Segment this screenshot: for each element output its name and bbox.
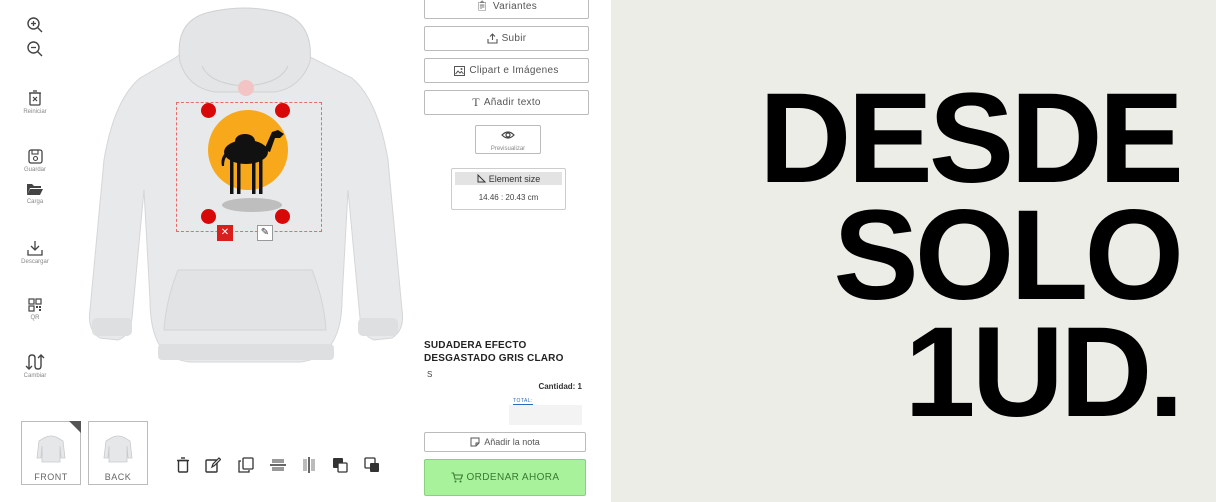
trash-icon bbox=[177, 457, 189, 473]
back-label: BACK bbox=[104, 472, 132, 482]
pencil-square-icon bbox=[205, 457, 222, 473]
order-now-button[interactable]: ORDENAR AHORA bbox=[424, 459, 586, 496]
print-area[interactable] bbox=[176, 102, 322, 232]
qr-button[interactable]: QR bbox=[14, 298, 56, 321]
note-icon bbox=[470, 437, 480, 447]
download-icon bbox=[27, 241, 43, 256]
resize-handle-top-left[interactable] bbox=[201, 103, 216, 118]
trash-icon: ✕ bbox=[220, 227, 230, 238]
delete-element-button[interactable]: ✕ bbox=[217, 225, 233, 241]
zoom-in-button[interactable] bbox=[14, 16, 56, 34]
pencil-icon: ✎ bbox=[260, 227, 270, 238]
floppy-icon bbox=[27, 149, 43, 164]
hoodie-front-thumb-icon bbox=[36, 435, 66, 463]
element-size-header: Element size bbox=[455, 172, 562, 185]
edit-element-button[interactable]: ✎ bbox=[257, 225, 273, 241]
promo-line-2: SOLO bbox=[833, 184, 1184, 327]
save-button[interactable]: Guardar bbox=[14, 149, 56, 173]
qr-code-icon bbox=[28, 298, 42, 312]
variants-label: Variantes bbox=[492, 1, 538, 12]
promo-banner: DESDE SOLO 1UD. bbox=[611, 0, 1216, 502]
eye-icon bbox=[501, 131, 515, 139]
resize-handle-bottom-left[interactable] bbox=[201, 209, 216, 224]
resize-handle-top-right[interactable] bbox=[275, 103, 290, 118]
edit-button[interactable] bbox=[205, 457, 225, 479]
add-text-button[interactable]: T Añadir texto bbox=[424, 90, 589, 115]
reset-button[interactable]: Reiniciar bbox=[14, 90, 56, 115]
quantity-text: Cantidad: 1 bbox=[538, 382, 582, 391]
element-size-label: Element size bbox=[488, 173, 541, 184]
duplicate-button[interactable] bbox=[238, 457, 258, 479]
load-button[interactable]: Carga bbox=[14, 182, 56, 205]
change-label: Cambiar bbox=[23, 373, 47, 379]
send-backward-button[interactable] bbox=[364, 457, 384, 479]
preview-button[interactable]: Previsualizar bbox=[475, 125, 541, 154]
delete-button[interactable] bbox=[176, 457, 196, 479]
resize-handle-bottom-right[interactable] bbox=[275, 209, 290, 224]
change-button[interactable]: Cambiar bbox=[14, 354, 56, 379]
text-icon: T bbox=[472, 95, 480, 109]
variants-button[interactable]: 📋︎ Variantes bbox=[424, 0, 589, 19]
send-backward-icon bbox=[364, 457, 379, 472]
product-size: S bbox=[427, 370, 433, 379]
align-horizontal-button[interactable] bbox=[270, 457, 290, 479]
clipart-button[interactable]: Clipart e Imágenes bbox=[424, 58, 589, 83]
copy-icon bbox=[238, 457, 254, 473]
order-now-label: ORDENAR AHORA bbox=[466, 472, 560, 483]
promo-text: DESDE SOLO 1UD. bbox=[759, 67, 1184, 444]
preview-label: Previsualizar bbox=[490, 146, 526, 152]
view-back-thumbnail[interactable]: BACK bbox=[88, 421, 148, 485]
download-button[interactable]: Descargar bbox=[14, 240, 56, 265]
trash-x-icon bbox=[29, 90, 41, 106]
bring-forward-icon bbox=[333, 458, 348, 473]
add-note-button[interactable]: Añadir la nota bbox=[424, 432, 586, 452]
add-text-label: Añadir texto bbox=[483, 97, 541, 108]
element-size-value: 14.46 : 20.43 cm bbox=[478, 193, 539, 202]
product-title: SUDADERA EFECTO DESGASTADO GRIS CLARO bbox=[424, 340, 564, 364]
zoom-in-icon bbox=[27, 17, 43, 33]
add-note-label: Añadir la nota bbox=[484, 437, 540, 447]
ruler-triangle-icon bbox=[477, 174, 486, 183]
upload-label: Subir bbox=[501, 33, 527, 44]
zoom-out-icon bbox=[27, 41, 43, 57]
total-label: TOTAL: bbox=[513, 398, 534, 405]
save-label: Guardar bbox=[23, 167, 46, 173]
total-value-box bbox=[509, 405, 582, 425]
center-horizontal-icon bbox=[270, 459, 286, 471]
align-vertical-button[interactable] bbox=[301, 457, 321, 479]
view-front-thumbnail[interactable]: FRONT bbox=[21, 421, 81, 485]
design-canvas[interactable]: ✕ ✎ bbox=[80, 0, 410, 420]
promo-line-3: 1UD. bbox=[904, 301, 1184, 444]
upload-button[interactable]: Subir bbox=[424, 26, 589, 51]
cart-icon bbox=[451, 472, 463, 483]
image-icon bbox=[454, 65, 466, 76]
clipboard-icon: 📋︎ bbox=[475, 1, 489, 12]
swap-arrows-icon bbox=[25, 354, 45, 370]
clipart-label: Clipart e Imágenes bbox=[469, 65, 559, 76]
reset-label: Reiniciar bbox=[23, 109, 47, 115]
bring-forward-button[interactable] bbox=[332, 457, 352, 479]
qr-label: QR bbox=[30, 315, 40, 321]
promo-line-1: DESDE bbox=[759, 67, 1184, 210]
zoom-out-button[interactable] bbox=[14, 40, 56, 58]
front-label: FRONT bbox=[34, 472, 68, 482]
center-vertical-icon bbox=[303, 457, 315, 473]
active-corner-marker bbox=[69, 421, 81, 433]
hoodie-back-thumb-icon bbox=[103, 435, 133, 463]
load-label: Carga bbox=[26, 199, 44, 205]
element-size-box: Element size 14.46 : 20.43 cm bbox=[451, 168, 566, 210]
upload-icon bbox=[487, 33, 498, 44]
download-label: Descargar bbox=[21, 259, 49, 265]
folder-open-icon bbox=[27, 184, 43, 195]
